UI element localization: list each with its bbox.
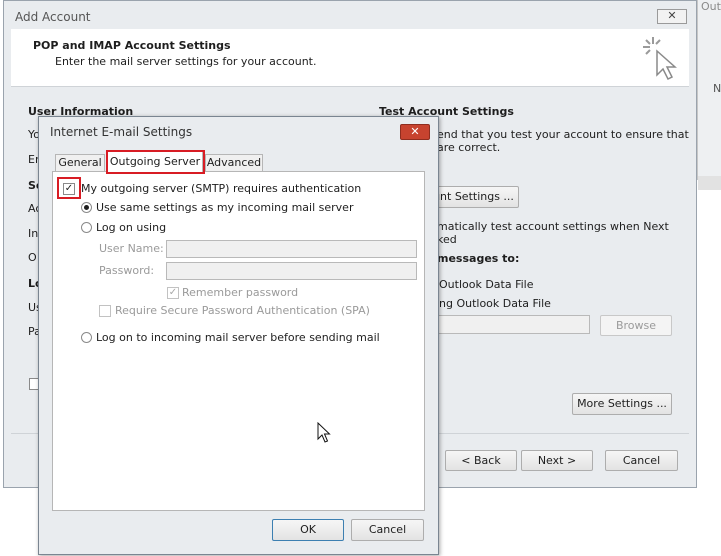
- left-label-outgoing: O: [28, 251, 37, 264]
- spa-label[interactable]: Require Secure Password Authentication (…: [115, 304, 370, 317]
- back-button[interactable]: < Back: [445, 450, 517, 471]
- test-account-settings-button[interactable]: unt Settings ...: [429, 186, 519, 208]
- dialog-cancel-button[interactable]: Cancel: [351, 519, 424, 541]
- cursor-sparkle-icon: [643, 37, 677, 81]
- close-icon: ✕: [410, 125, 420, 138]
- test-description-line1: end that you test your account to ensure…: [437, 128, 689, 141]
- tab-general[interactable]: General: [55, 154, 105, 171]
- header-divider: [11, 86, 689, 87]
- deliver-messages-heading: messages to:: [437, 252, 520, 265]
- use-same-settings-radio[interactable]: [81, 202, 92, 213]
- tab-advanced[interactable]: Advanced: [205, 154, 263, 171]
- data-file-path-field[interactable]: [437, 315, 590, 334]
- browse-button[interactable]: Browse: [600, 315, 672, 336]
- log-on-using-label[interactable]: Log on using: [96, 221, 166, 234]
- background-window-divider: [698, 176, 721, 190]
- background-window-title-fragment: Outl: [701, 0, 721, 13]
- internet-email-settings-dialog: Internet E-mail Settings ✕ General Outgo…: [38, 116, 439, 555]
- cancel-button[interactable]: Cancel: [605, 450, 678, 471]
- tab-general-label: General: [58, 156, 102, 169]
- test-description-line2: are correct.: [437, 141, 501, 154]
- username-label: User Name:: [99, 242, 164, 255]
- password-label: Password:: [99, 264, 155, 277]
- background-window-label-fragment: N: [713, 82, 721, 95]
- requires-auth-label[interactable]: My outgoing server (SMTP) requires authe…: [81, 182, 361, 195]
- tab-advanced-label: Advanced: [206, 156, 262, 169]
- dialog-close-button[interactable]: ✕: [400, 124, 430, 140]
- username-field[interactable]: [166, 240, 417, 258]
- log-on-incoming-radio[interactable]: [81, 332, 92, 343]
- use-same-settings-label[interactable]: Use same settings as my incoming mail se…: [96, 201, 353, 214]
- header-panel: POP and IMAP Account Settings Enter the …: [11, 29, 689, 86]
- deliver-option-existing-data-file[interactable]: ng Outlook Data File: [439, 297, 551, 310]
- mouse-cursor-icon: [317, 422, 331, 443]
- dialog-title: Internet E-mail Settings: [50, 125, 193, 139]
- close-icon: ✕: [667, 9, 677, 22]
- requires-auth-highlight: [57, 177, 81, 199]
- left-label-incoming: In: [28, 227, 39, 240]
- auto-test-line2: ked: [437, 233, 457, 246]
- password-field[interactable]: [166, 262, 417, 280]
- deliver-option-new-data-file[interactable]: Outlook Data File: [439, 278, 534, 291]
- spa-checkbox[interactable]: [99, 305, 111, 317]
- background-window: Outl N: [697, 0, 721, 190]
- more-settings-button[interactable]: More Settings ...: [572, 393, 672, 415]
- window-close-button[interactable]: ✕: [657, 9, 687, 24]
- remember-password-label[interactable]: Remember password: [182, 286, 298, 299]
- log-on-incoming-label[interactable]: Log on to incoming mail server before se…: [96, 331, 380, 344]
- log-on-using-radio[interactable]: [81, 222, 92, 233]
- ok-button[interactable]: OK: [272, 519, 344, 541]
- header-title: POP and IMAP Account Settings: [33, 39, 231, 52]
- outgoing-server-tab-page: ✓ My outgoing server (SMTP) requires aut…: [52, 171, 425, 511]
- remember-password-checkbox[interactable]: ✓: [167, 287, 179, 299]
- window-title: Add Account: [15, 10, 91, 24]
- auto-test-line1: matically test account settings when Nex…: [437, 220, 669, 233]
- outgoing-tab-highlight: [106, 150, 205, 174]
- header-subtitle: Enter the mail server settings for your …: [55, 55, 317, 68]
- next-button[interactable]: Next >: [521, 450, 593, 471]
